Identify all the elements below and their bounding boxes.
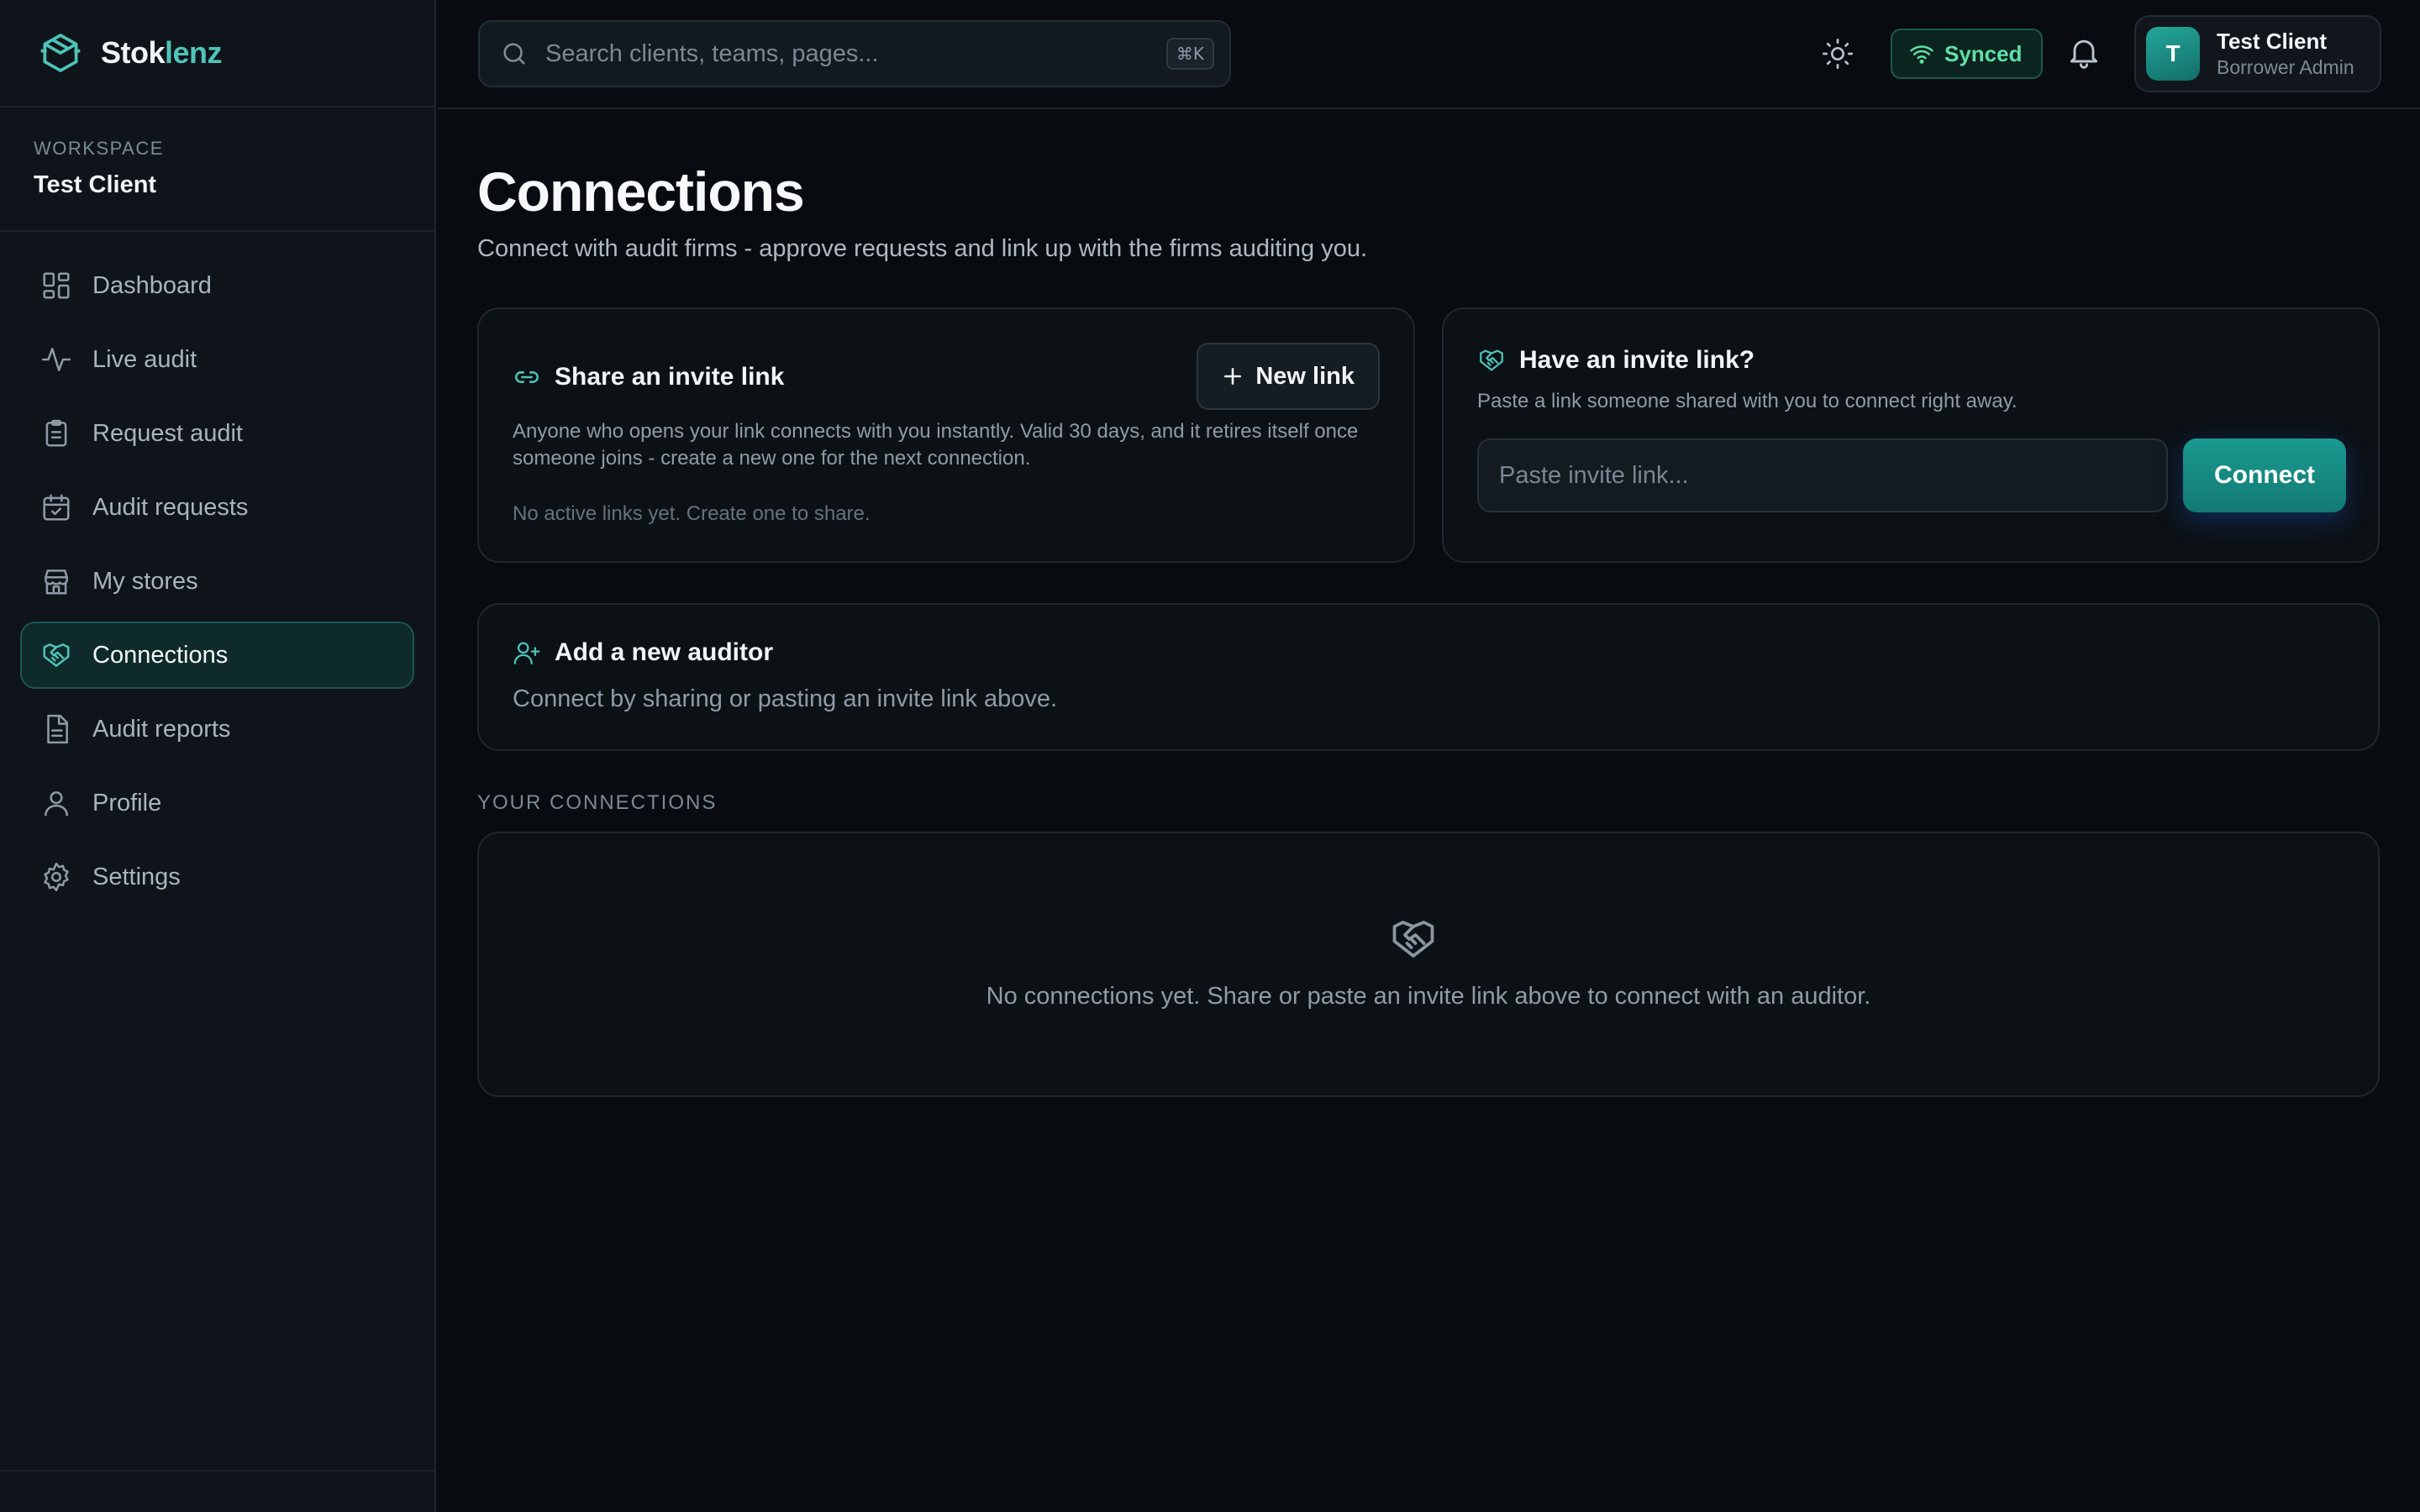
sync-status-label: Synced: [1944, 40, 2023, 66]
search-shortcut-badge: ⌘K: [1165, 38, 1214, 70]
active-links-empty: No active links yet. Create one to share…: [513, 502, 871, 525]
box-icon: [37, 29, 84, 76]
activity-icon: [40, 344, 72, 375]
workspace-label: WORKSPACE: [34, 138, 164, 159]
sidebar-item-connections[interactable]: Connections: [20, 622, 414, 689]
sidebar-item-label: Settings: [92, 863, 181, 890]
have-invite-card: Have an invite link? Paste a link someon…: [1442, 307, 2380, 563]
share-invite-card: Share an invite link New link Anyone who…: [477, 307, 1415, 563]
notifications-button[interactable]: [2065, 34, 2106, 74]
add-auditor-heading: Add a new auditor: [513, 638, 773, 667]
invite-link-input[interactable]: [1477, 438, 2168, 512]
avatar: T: [2146, 27, 2200, 81]
share-invite-title: Share an invite link: [555, 363, 785, 391]
sidebar-item-audit-requests[interactable]: Audit requests: [20, 474, 414, 541]
gear-icon: [40, 861, 72, 893]
add-auditor-title: Add a new auditor: [555, 638, 774, 666]
sidebar-item-dashboard[interactable]: Dashboard: [20, 252, 414, 319]
connections-list: No connections yet. Share or paste an in…: [477, 832, 2380, 1097]
new-link-button[interactable]: New link: [1197, 343, 1380, 410]
have-invite-title: Have an invite link?: [1519, 346, 1755, 374]
dashboard-icon: [40, 270, 72, 302]
sidebar-nav: Dashboard Live audit Request audit Audit…: [0, 232, 434, 911]
sidebar-item-label: Request audit: [92, 419, 243, 447]
sidebar-item-label: My stores: [92, 567, 198, 595]
have-invite-description: Paste a link someone shared with you to …: [1477, 390, 2018, 412]
search-input[interactable]: [545, 39, 1166, 68]
share-invite-description: Anyone who opens your link connects with…: [513, 420, 1359, 470]
link-icon: [513, 363, 541, 391]
workspace-switcher[interactable]: WORKSPACE Test Client: [0, 108, 434, 232]
page-subtitle: Connect with audit firms - approve reque…: [477, 235, 1368, 262]
page-title: Connections: [477, 160, 805, 223]
brand-name: Stoklenz: [101, 35, 223, 70]
sun-icon: [1821, 37, 1854, 71]
store-icon: [40, 565, 72, 597]
bell-icon: [2065, 34, 2106, 71]
clipboard-icon: [40, 417, 72, 449]
calendar-check-icon: [40, 491, 72, 523]
sidebar-item-my-stores[interactable]: My stores: [20, 548, 414, 615]
search-bar[interactable]: ⌘K: [478, 20, 1231, 87]
sidebar-item-label: Profile: [92, 789, 162, 816]
workspace-name: Test Client: [34, 171, 157, 198]
connect-button[interactable]: Connect: [2183, 438, 2346, 512]
connections-section-label: YOUR CONNECTIONS: [477, 791, 718, 814]
user-info: Test Client Borrower Admin: [2217, 29, 2354, 79]
handshake-icon: [40, 639, 72, 671]
sidebar-item-profile[interactable]: Profile: [20, 769, 414, 837]
user-menu[interactable]: T Test Client Borrower Admin: [2134, 15, 2381, 92]
topbar: ⌘K Synced T Test Client Borrower Admin: [438, 0, 2420, 109]
brand[interactable]: Stoklenz: [0, 0, 434, 108]
sync-status-badge: Synced: [1891, 29, 2043, 79]
new-link-label: New link: [1255, 362, 1355, 390]
sidebar: Stoklenz WORKSPACE Test Client Dashboard…: [0, 0, 436, 1512]
file-text-icon: [40, 713, 72, 745]
sidebar-item-audit-reports[interactable]: Audit reports: [20, 696, 414, 763]
user-name: Test Client: [2217, 29, 2327, 54]
search-icon: [500, 39, 529, 68]
user-icon: [40, 787, 72, 819]
sidebar-footer: [0, 1470, 434, 1512]
plus-icon: [1222, 365, 1244, 387]
have-invite-heading: Have an invite link?: [1477, 346, 1754, 375]
sidebar-item-label: Connections: [92, 641, 229, 669]
share-invite-heading: Share an invite link: [513, 363, 784, 391]
sidebar-item-request-audit[interactable]: Request audit: [20, 400, 414, 467]
theme-toggle-button[interactable]: [1818, 34, 1858, 74]
sidebar-item-label: Audit requests: [92, 493, 249, 521]
user-plus-icon: [513, 638, 541, 667]
connections-empty-message: No connections yet. Share or paste an in…: [986, 983, 1871, 1010]
user-role: Borrower Admin: [2217, 56, 2354, 78]
sidebar-item-live-audit[interactable]: Live audit: [20, 326, 414, 393]
handshake-icon: [1477, 346, 1506, 375]
sidebar-item-label: Dashboard: [92, 271, 212, 299]
handshake-icon: [1388, 914, 1439, 964]
sidebar-item-settings[interactable]: Settings: [20, 843, 414, 911]
add-auditor-description: Connect by sharing or pasting an invite …: [513, 685, 1058, 712]
sidebar-item-label: Audit reports: [92, 715, 231, 743]
add-auditor-card: Add a new auditor Connect by sharing or …: [477, 603, 2380, 751]
sidebar-item-label: Live audit: [92, 345, 197, 373]
wifi-icon: [1909, 41, 1934, 66]
